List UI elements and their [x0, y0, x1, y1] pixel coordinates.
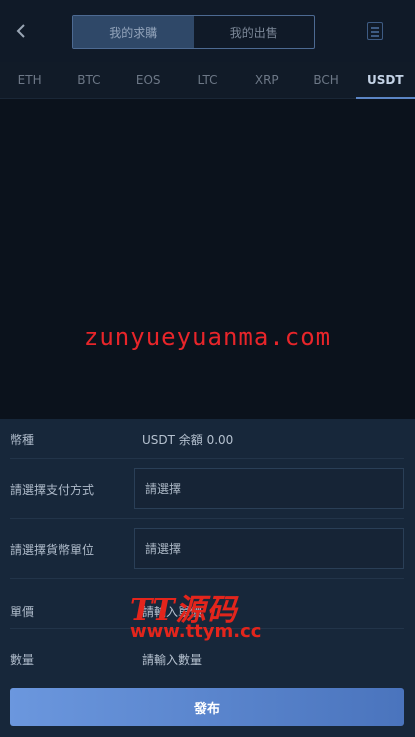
tab-my-buy[interactable]: 我的求購	[73, 16, 194, 48]
tab-eos[interactable]: EOS	[119, 62, 178, 98]
quantity-input[interactable]: 請輸入數量	[142, 651, 202, 668]
order-list-area: zunyueyuanma.com	[0, 99, 415, 419]
coin-tabs: ETH BTC EOS LTC XRP BCH USDT	[0, 62, 415, 99]
tab-eth[interactable]: ETH	[0, 62, 59, 98]
tab-btc[interactable]: BTC	[59, 62, 118, 98]
fiat-select[interactable]: 請選擇	[134, 528, 404, 569]
currency-row: 幣種 USDT 余額 0.00	[10, 419, 404, 459]
price-input[interactable]: 請輸入單價	[142, 603, 202, 620]
top-header: 我的求購 我的出售	[0, 0, 415, 62]
tab-bch[interactable]: BCH	[296, 62, 355, 98]
back-button[interactable]	[8, 18, 34, 44]
payment-row: 請選擇支付方式 請選擇	[10, 459, 404, 519]
payment-select[interactable]: 請選擇	[134, 468, 404, 509]
price-row: 單價 請輸入單價	[10, 579, 404, 629]
payment-label: 請選擇支付方式	[10, 483, 95, 497]
watermark-text: zunyueyuanma.com	[83, 323, 332, 351]
tab-xrp[interactable]: XRP	[237, 62, 296, 98]
chevron-left-icon	[16, 24, 25, 38]
currency-label: 幣種	[10, 433, 35, 447]
price-label: 單價	[10, 605, 35, 619]
currency-balance: USDT 余額 0.00	[142, 433, 234, 447]
publish-button[interactable]: 發布	[10, 688, 404, 726]
order-type-switch: 我的求購 我的出售	[72, 15, 315, 49]
quantity-label: 數量	[10, 653, 35, 667]
fiat-label: 請選擇貨幣單位	[10, 543, 95, 557]
list-icon[interactable]	[367, 22, 383, 40]
quantity-row: 數量 請輸入數量	[10, 629, 404, 679]
tab-usdt[interactable]: USDT	[355, 62, 415, 99]
fiat-row: 請選擇貨幣單位 請選擇	[10, 519, 404, 579]
tab-my-sell[interactable]: 我的出售	[194, 16, 315, 48]
tab-ltc[interactable]: LTC	[178, 62, 237, 98]
